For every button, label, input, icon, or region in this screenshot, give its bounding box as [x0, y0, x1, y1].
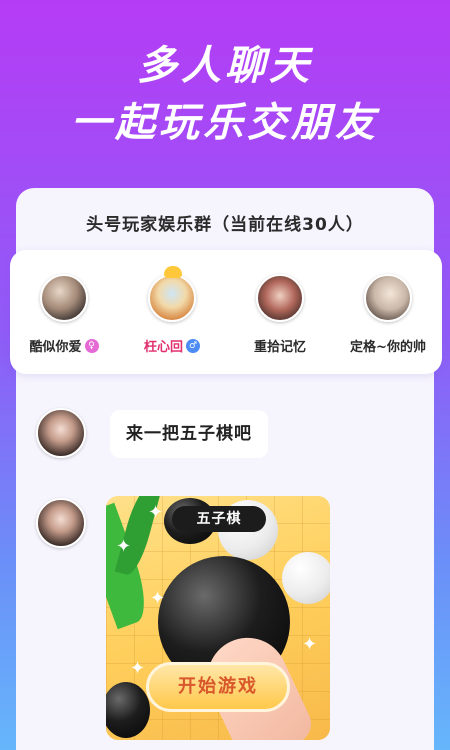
member-name-text: 重拾记忆: [253, 340, 306, 355]
sparkle-icon: ✦: [130, 658, 146, 679]
member-name-text: 枉心回: [143, 340, 183, 355]
member-name: 定格~你的帅: [350, 336, 426, 355]
avatar[interactable]: [148, 274, 196, 322]
white-stone: [282, 552, 330, 604]
member-name-text: 定格~你的帅: [350, 340, 426, 355]
member-name: 重拾记忆: [254, 336, 306, 355]
sparkle-icon: ✦: [150, 588, 166, 609]
member-name: 枉心回 ♂: [144, 336, 200, 355]
game-name-label: 五子棋: [172, 506, 266, 532]
member-item[interactable]: 定格~你的帅: [334, 250, 442, 374]
sender-avatar[interactable]: [36, 498, 86, 548]
avatar-wrap: [148, 250, 196, 322]
member-item[interactable]: 酷似你爱 ♀: [10, 250, 118, 374]
sender-avatar[interactable]: [36, 408, 86, 458]
avatar[interactable]: [364, 274, 412, 322]
member-name: 酷似你爱 ♀: [29, 336, 99, 355]
headline-line1: 多人聊天: [137, 43, 313, 89]
sparkle-icon: ✦: [148, 502, 164, 523]
avatar[interactable]: [40, 274, 88, 322]
female-icon: ♀: [84, 338, 99, 353]
avatar[interactable]: [256, 274, 304, 322]
sparkle-icon: ✦: [302, 634, 318, 655]
member-item[interactable]: 重拾记忆: [226, 250, 334, 374]
male-icon: ♂: [186, 338, 200, 353]
message-bubble: 来一把五子棋吧: [110, 410, 268, 458]
black-stone: [106, 682, 150, 738]
headline: 多人聊天 一起玩乐交朋友: [0, 40, 450, 152]
game-invite-card[interactable]: ✦ ✦ ✦ ✦ ✦ 五子棋 开始游戏: [106, 496, 330, 740]
member-name-text: 酷似你爱: [29, 340, 82, 355]
group-title: 头号玩家娱乐群（当前在线30人）: [86, 215, 364, 235]
headline-line2: 一起玩乐交朋友: [71, 100, 379, 146]
member-list: 酷似你爱 ♀ 枉心回 ♂ 重拾记忆 定格~你的帅: [10, 250, 442, 374]
start-game-button[interactable]: 开始游戏: [146, 662, 290, 712]
crown-icon: [164, 266, 182, 278]
member-item[interactable]: 枉心回 ♂: [118, 250, 226, 374]
sparkle-icon: ✦: [116, 536, 132, 557]
